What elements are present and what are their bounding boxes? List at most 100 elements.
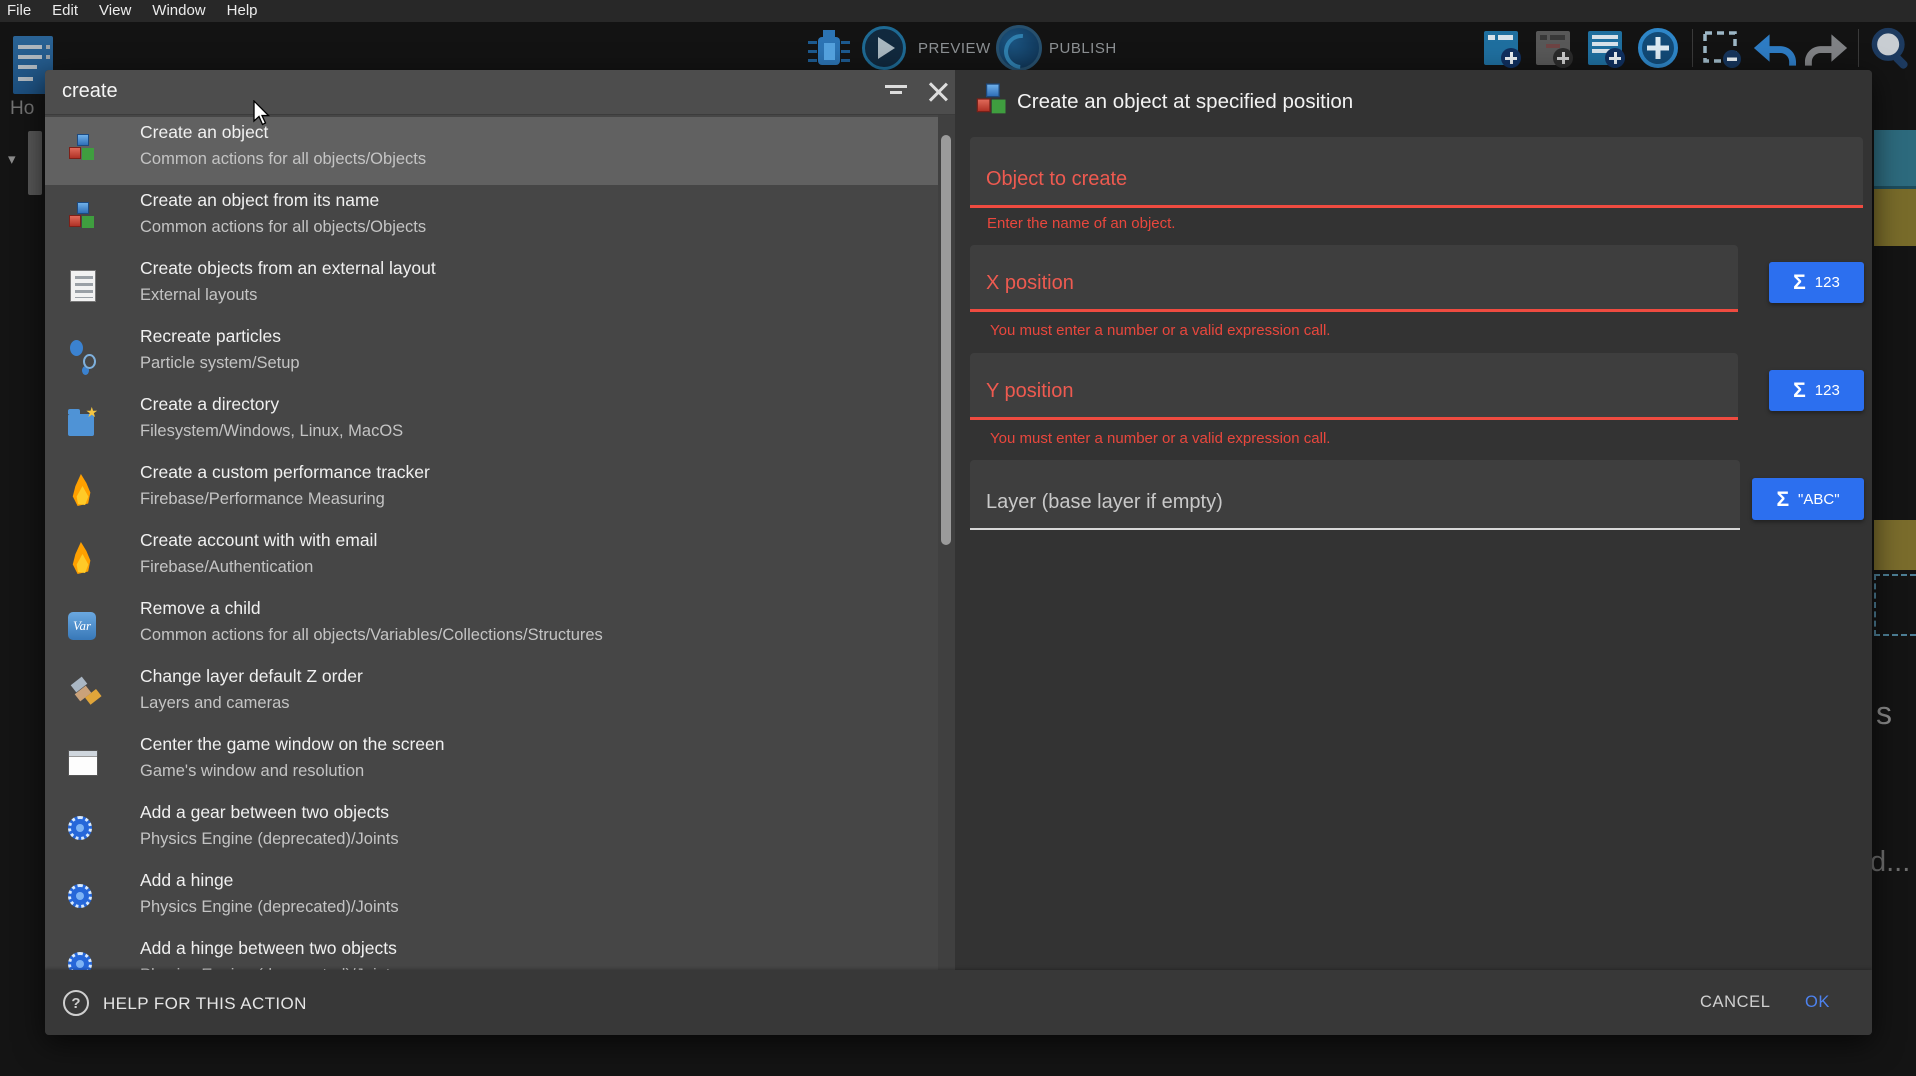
- add-circle-icon[interactable]: [1636, 26, 1680, 70]
- list-item[interactable]: Add a hinge between two objects Physics E…: [45, 933, 955, 970]
- list-item[interactable]: Add a hingePhysics Engine (deprecated)/J…: [45, 865, 955, 933]
- plus-badge-icon: [1605, 48, 1625, 68]
- action-subtitle: Filesystem/Windows, Linux, MacOS: [140, 419, 403, 443]
- add-event-icon[interactable]: [1484, 31, 1518, 65]
- menu-item-edit[interactable]: Edit: [52, 0, 78, 22]
- background-selection-outline: [1874, 574, 1916, 636]
- mouse-cursor: [252, 100, 274, 126]
- cubes-icon: [68, 202, 98, 234]
- action-title: Remove a child: [140, 596, 603, 620]
- y-position-field[interactable]: Y position: [970, 353, 1738, 420]
- field-error-text: Enter the name of an object.: [987, 215, 1175, 232]
- gear-icon: [68, 816, 92, 840]
- scrollbar-thumb[interactable]: [941, 135, 951, 545]
- menu-item-file[interactable]: File: [7, 0, 31, 22]
- background-object-thumbnail: [1874, 189, 1916, 246]
- list-item[interactable]: Center the game window on the screenGame…: [45, 729, 955, 797]
- x-position-field[interactable]: X position: [970, 245, 1738, 312]
- menu-item-view[interactable]: View: [99, 0, 131, 22]
- undo-icon[interactable]: [1750, 30, 1797, 70]
- window-icon: [68, 750, 98, 776]
- action-title: Create account with with email: [140, 528, 377, 552]
- search-input[interactable]: create: [62, 80, 118, 103]
- add-subevent-icon[interactable]: [1588, 31, 1622, 65]
- gear-icon: [68, 884, 92, 908]
- action-title: Create a custom performance tracker: [140, 460, 430, 484]
- cubes-icon: [976, 83, 1013, 122]
- action-subtitle: Particle system/Setup: [140, 351, 300, 375]
- action-subtitle: Physics Engine (deprecated)/Joints: [140, 895, 399, 919]
- cancel-button[interactable]: CANCEL: [1700, 993, 1771, 1012]
- debug-icon[interactable]: [808, 28, 850, 70]
- cubes-icon: [68, 134, 98, 166]
- list-item[interactable]: Create an object Common actions for all o…: [45, 117, 955, 185]
- filter-icon[interactable]: [885, 85, 907, 101]
- expression-type-label: 123: [1815, 274, 1840, 291]
- expression-builder-button[interactable]: Σ "ABC": [1752, 478, 1864, 520]
- action-title: Create objects from an external layout: [140, 256, 436, 280]
- action-subtitle: Firebase/Performance Measuring: [140, 487, 430, 511]
- background-object-thumbnail: [1874, 520, 1916, 570]
- expression-builder-button[interactable]: Σ 123: [1769, 370, 1864, 411]
- sigma-icon: Σ: [1776, 489, 1789, 510]
- var-icon: Var: [68, 612, 96, 640]
- expression-builder-button[interactable]: Σ 123: [1769, 262, 1864, 303]
- action-subtitle: External layouts: [140, 283, 436, 307]
- help-icon[interactable]: ?: [63, 990, 89, 1016]
- gear-icon: [68, 952, 92, 970]
- zorder-icon: [68, 678, 98, 710]
- list-item[interactable]: Create an object from its nameCommon act…: [45, 185, 955, 253]
- action-subtitle: Firebase/Authentication: [140, 555, 377, 579]
- ok-button[interactable]: OK: [1805, 993, 1830, 1012]
- field-label: X position: [986, 272, 1074, 295]
- menu-item-window[interactable]: Window: [152, 0, 205, 22]
- action-subtitle: Common actions for all objects/Objects: [140, 147, 426, 171]
- publish-button[interactable]: PUBLISH: [1049, 40, 1117, 57]
- action-subtitle: Common actions for all objects/Objects: [140, 215, 426, 239]
- list-item[interactable]: Create objects from an external layout Ex…: [45, 253, 955, 321]
- action-subtitle: Common actions for all objects/Variables…: [140, 623, 603, 647]
- search-bar[interactable]: create: [45, 70, 955, 115]
- background-panel-edge: [28, 131, 42, 195]
- flame-icon: [68, 474, 98, 506]
- object-to-create-field[interactable]: Object to create: [970, 137, 1863, 208]
- field-error-text: You must enter a number or a valid expre…: [990, 430, 1330, 447]
- redo-icon[interactable]: [1804, 30, 1851, 70]
- field-label: Y position: [986, 380, 1073, 403]
- debug-icon-core: [824, 43, 835, 60]
- layer-field[interactable]: Layer (base layer if empty): [970, 460, 1740, 530]
- publish-globe-icon[interactable]: [996, 25, 1042, 71]
- folder-icon: [68, 414, 94, 436]
- chevron-down-icon[interactable]: ▾: [8, 150, 16, 168]
- action-detail-panel: Create an object at specified position O…: [955, 70, 1872, 970]
- menu-item-help[interactable]: Help: [227, 0, 258, 22]
- list-item[interactable]: Var Remove a child Common actions for all …: [45, 593, 955, 661]
- action-title: Add a hinge between two objects: [140, 936, 399, 960]
- action-subtitle: Physics Engine (deprecated)/Joints: [140, 963, 399, 970]
- remove-event-icon[interactable]: [1702, 30, 1744, 70]
- sigma-icon: Σ: [1793, 272, 1806, 293]
- list-item[interactable]: Create a directoryFilesystem/Windows, Li…: [45, 389, 955, 457]
- action-subtitle: Physics Engine (deprecated)/Joints: [140, 827, 399, 851]
- list-item[interactable]: Create a custom performance tracker Fireb…: [45, 457, 955, 525]
- list-item[interactable]: Add a gear between two objectsPhysics En…: [45, 797, 955, 865]
- home-tab[interactable]: Ho: [10, 98, 34, 120]
- toolbar-separator: [1858, 29, 1859, 67]
- particles-icon: [68, 338, 98, 370]
- field-error-text: You must enter a number or a valid expre…: [990, 322, 1330, 339]
- close-icon[interactable]: [925, 79, 951, 105]
- plus-badge-icon: [1501, 48, 1521, 68]
- list-item[interactable]: Change layer default Z orderLayers and c…: [45, 661, 955, 729]
- list-item[interactable]: Create account with with email Firebase/A…: [45, 525, 955, 593]
- var-icon-text: Var: [73, 618, 91, 634]
- field-label: Object to create: [986, 168, 1127, 191]
- preview-play-icon[interactable]: [862, 26, 906, 70]
- list-scrollbar[interactable]: [938, 115, 955, 970]
- list-item[interactable]: Recreate particles Particle system/Setup: [45, 321, 955, 389]
- action-title: Recreate particles: [140, 324, 300, 348]
- preview-button[interactable]: PREVIEW: [918, 40, 991, 57]
- add-comment-icon[interactable]: [1536, 31, 1570, 65]
- help-button[interactable]: HELP FOR THIS ACTION: [103, 994, 307, 1014]
- search-icon[interactable]: [1868, 26, 1912, 72]
- action-title: Create an object: [140, 120, 426, 144]
